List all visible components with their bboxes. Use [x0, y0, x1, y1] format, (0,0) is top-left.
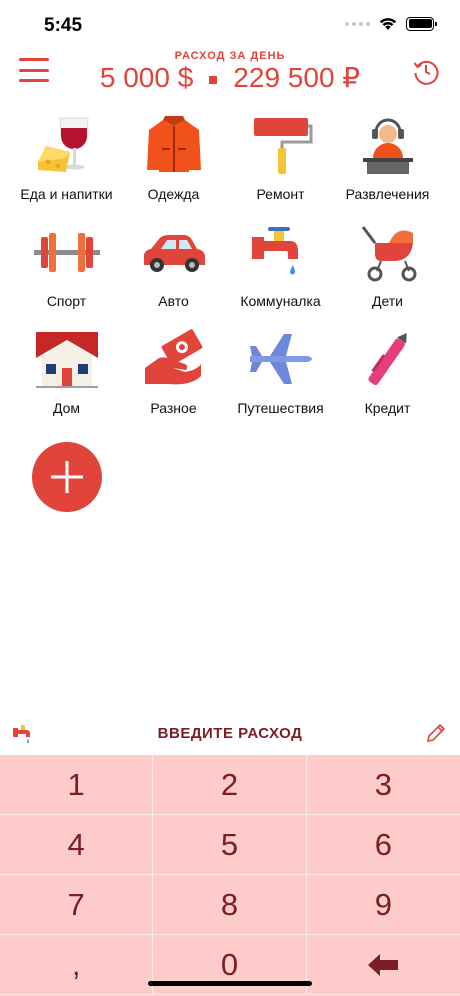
history-icon[interactable] — [412, 57, 440, 85]
water-tap-icon — [246, 221, 316, 283]
key-8[interactable]: 8 — [153, 875, 307, 935]
key-5[interactable]: 5 — [153, 815, 307, 875]
category-credit[interactable]: Кредит — [334, 326, 441, 433]
category-clothes[interactable]: Одежда — [120, 112, 227, 219]
category-label: Кредит — [364, 400, 411, 416]
category-label: Авто — [158, 293, 189, 309]
entry-bar: ВВЕДИТЕ РАСХОД — [0, 716, 460, 754]
category-home[interactable]: Дом — [13, 326, 120, 433]
amount-usd: 5 000 $ — [99, 62, 194, 93]
status-time: 5:45 — [44, 15, 83, 36]
category-label: Еда и напитки — [20, 186, 113, 202]
key-6[interactable]: 6 — [306, 815, 460, 875]
key-1[interactable]: 1 — [0, 755, 154, 815]
plus-icon — [50, 461, 83, 493]
enter-expense-label: ВВЕДИТЕ РАСХОД — [157, 725, 303, 742]
category-kids[interactable]: Дети — [334, 219, 441, 326]
car-icon — [139, 221, 209, 283]
battery-icon — [406, 16, 437, 31]
backspace-arrow-icon — [368, 953, 399, 976]
category-auto[interactable]: Авто — [120, 219, 227, 326]
hand-money-icon — [139, 328, 209, 390]
category-repair[interactable]: Ремонт — [227, 112, 334, 219]
key-7[interactable]: 7 — [0, 875, 154, 935]
category-entertainment[interactable]: Развлечения — [334, 112, 441, 219]
category-utilities[interactable]: Коммуналка — [227, 219, 334, 326]
airplane-icon — [246, 328, 316, 390]
dj-icon — [353, 114, 423, 176]
key-9[interactable]: 9 — [306, 875, 460, 935]
category-label: Коммуналка — [240, 293, 321, 309]
key-0[interactable]: 0 — [153, 935, 307, 995]
dumbbell-icon — [32, 221, 102, 283]
category-label: Ремонт — [256, 186, 305, 202]
key-4[interactable]: 4 — [0, 815, 154, 875]
separator-dot — [209, 75, 218, 84]
wine-cheese-icon — [32, 114, 102, 176]
category-label: Путешествия — [237, 400, 324, 416]
cellular-signal-icon — [345, 21, 370, 26]
baby-stroller-icon — [353, 221, 423, 283]
key-2[interactable]: 2 — [153, 755, 307, 815]
header: РАСХОД ЗА ДЕНЬ 5 000 $229 500 ₽ — [0, 48, 460, 100]
key-decimal-comma[interactable]: , — [0, 935, 154, 995]
status-icons — [345, 16, 437, 31]
category-label: Развлечения — [345, 186, 430, 202]
jacket-icon — [139, 114, 209, 176]
category-misc[interactable]: Разное — [120, 326, 227, 433]
house-icon — [32, 328, 102, 390]
category-label: Разное — [150, 400, 197, 416]
number-keypad: 1 2 3 4 5 6 7 8 9 , 0 — [0, 755, 460, 996]
key-backspace[interactable] — [306, 935, 460, 995]
add-category-cell — [13, 433, 120, 540]
wifi-icon — [379, 18, 397, 30]
add-category-button[interactable] — [31, 442, 102, 512]
category-label: Одежда — [147, 186, 200, 202]
category-label: Дети — [371, 293, 404, 309]
status-bar: 5:45 — [0, 0, 460, 50]
paint-roller-icon — [246, 114, 316, 176]
home-indicator — [148, 981, 312, 986]
category-travel[interactable]: Путешествия — [227, 326, 334, 433]
key-3[interactable]: 3 — [306, 755, 460, 815]
category-label: Спорт — [46, 293, 87, 309]
category-food[interactable]: Еда и напитки — [13, 112, 120, 219]
pen-icon — [353, 328, 423, 390]
category-grid: Еда и напитки Одежда Ремонт Развлечения … — [13, 112, 443, 540]
category-sport[interactable]: Спорт — [13, 219, 120, 326]
daily-expense-totals: 5 000 $ 229 500 ₽ — [0, 61, 460, 94]
amount-rub: 229 500 ₽ — [233, 62, 361, 93]
category-label: Дом — [52, 400, 81, 416]
edit-icon[interactable] — [424, 721, 448, 745]
